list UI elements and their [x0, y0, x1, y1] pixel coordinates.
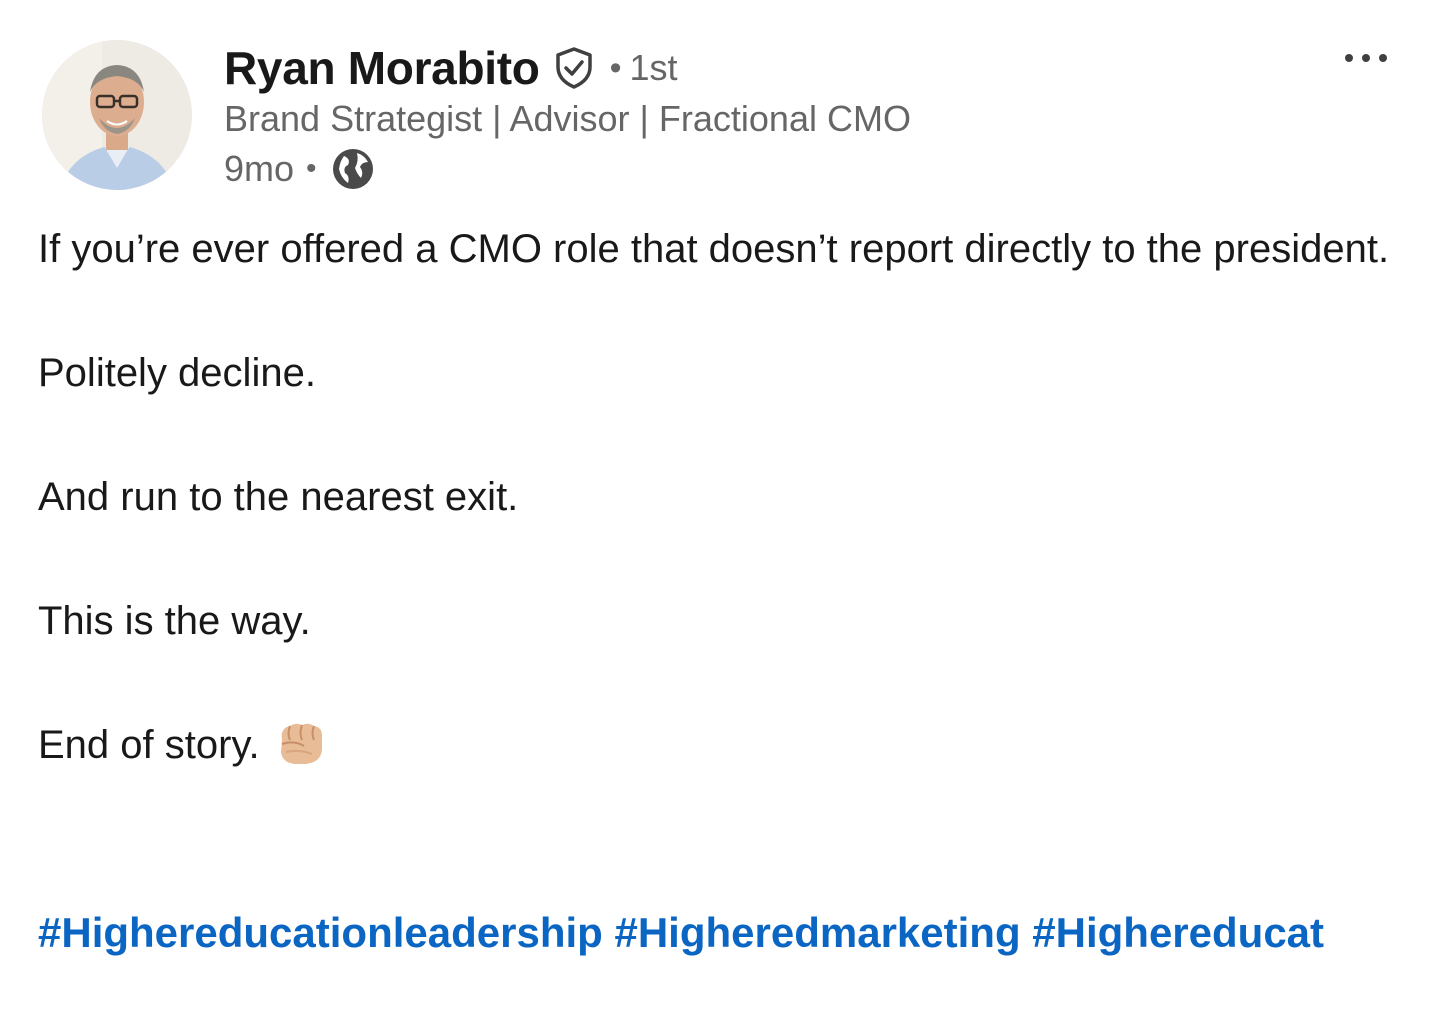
author-name-row: Ryan Morabito • 1st: [224, 38, 678, 98]
post-line: End of story.: [38, 723, 260, 767]
separator-dot: •: [609, 48, 622, 87]
avatar-image: [42, 40, 192, 190]
separator-dot: •: [306, 152, 317, 185]
author-name[interactable]: Ryan Morabito: [224, 41, 540, 95]
post-line: This is the way.: [38, 599, 311, 643]
more-options-button[interactable]: [1336, 36, 1396, 80]
verified-shield-icon: [552, 46, 596, 90]
hashtag-link[interactable]: #Highereducationleadership: [38, 909, 603, 956]
hashtag-link[interactable]: #Higheredmarketing: [614, 909, 1020, 956]
post-line: And run to the nearest exit.: [38, 475, 519, 519]
connection-degree: 1st: [629, 47, 678, 88]
post-line-final: End of story.: [38, 714, 1428, 776]
post-meta: 9mo •: [224, 146, 375, 192]
hashtag-link[interactable]: #Highereducat: [1032, 909, 1324, 956]
post-body: If you’re ever offered a CMO role that d…: [38, 218, 1428, 776]
fist-emoji-icon: [274, 718, 328, 768]
post-line: If you’re ever offered a CMO role that d…: [38, 227, 1390, 271]
linkedin-post: Ryan Morabito • 1st Brand Strategist | A…: [0, 0, 1456, 1026]
post-age[interactable]: 9mo: [224, 148, 294, 190]
author-headline: Brand Strategist | Advisor | Fractional …: [224, 98, 911, 139]
more-options-icon: [1345, 54, 1387, 62]
post-line: Politely decline.: [38, 351, 316, 395]
avatar[interactable]: [42, 40, 192, 190]
hashtag-row: #Highereducationleadership #Higheredmark…: [38, 900, 1418, 966]
globe-icon: [331, 147, 375, 191]
